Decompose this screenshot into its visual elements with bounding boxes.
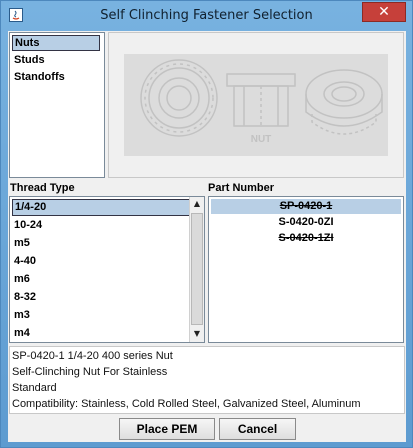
preview-label: NUT — [251, 134, 272, 145]
description-line: SP-0420-1 1/4-20 400 series Nut — [12, 350, 173, 362]
close-icon: ✕ — [378, 4, 390, 20]
fastener-preview-image: NUT — [124, 54, 388, 156]
thread-type-scrollbar[interactable]: ▲ ▼ — [189, 197, 204, 342]
cancel-button[interactable]: Cancel — [219, 418, 296, 440]
list-item-8-32[interactable]: 8-32 — [12, 289, 190, 306]
list-item-nuts[interactable]: Nuts — [12, 35, 100, 51]
dialog-window: Self Clinching Fastener Selection ✕ Nuts… — [0, 0, 413, 448]
nut-top-view-drawing — [140, 59, 218, 137]
part-number-list[interactable]: SP-0420-1 S-0420-0ZI S-0420-1ZI — [208, 196, 404, 343]
place-pem-button[interactable]: Place PEM — [119, 418, 215, 440]
list-item-sp-0420-1[interactable]: SP-0420-1 — [211, 199, 401, 214]
scroll-up-icon[interactable]: ▲ — [190, 197, 204, 211]
list-item-m5[interactable]: m5 — [12, 235, 190, 252]
nut-side-view-drawing — [226, 73, 296, 127]
thread-type-list[interactable]: 1/4-20 10-24 m5 4-40 m6 8-32 m3 m4 ▲ ▼ — [9, 196, 205, 343]
description-area: SP-0420-1 1/4-20 400 series Nut Self-Cli… — [9, 346, 405, 414]
list-item-4-40[interactable]: 4-40 — [12, 253, 190, 270]
description-line: Self-Clinching Nut For Stainless — [12, 366, 168, 378]
list-item-m4[interactable]: m4 — [12, 325, 190, 342]
window-title: Self Clinching Fastener Selection — [100, 8, 313, 23]
list-item-s-0420-1zi[interactable]: S-0420-1ZI — [211, 231, 401, 246]
list-item-m6[interactable]: m6 — [12, 271, 190, 288]
list-item-standoffs[interactable]: Standoffs — [12, 69, 100, 85]
description-line: Compatibility: Stainless, Cold Rolled St… — [12, 398, 361, 410]
list-item-s-0420-0zi[interactable]: S-0420-0ZI — [211, 215, 401, 230]
part-number-label: Part Number — [208, 182, 275, 194]
scroll-down-icon[interactable]: ▼ — [190, 327, 204, 341]
list-item-m3[interactable]: m3 — [12, 307, 190, 324]
fastener-type-list[interactable]: Nuts Studs Standoffs — [9, 32, 105, 178]
dialog-content: Nuts Studs Standoffs NUT Thread Type Par… — [8, 31, 406, 442]
list-item-studs[interactable]: Studs — [12, 52, 100, 68]
title-bar[interactable]: Self Clinching Fastener Selection ✕ — [1, 1, 412, 31]
nut-perspective-drawing — [305, 69, 383, 135]
list-item-1-4-20[interactable]: 1/4-20 — [12, 199, 190, 216]
close-button[interactable]: ✕ — [362, 2, 406, 22]
scrollbar-thumb[interactable] — [191, 213, 203, 325]
description-line: Standard — [12, 382, 57, 394]
thread-type-label: Thread Type — [10, 182, 75, 194]
list-item-10-24[interactable]: 10-24 — [12, 217, 190, 234]
fastener-preview: NUT — [108, 32, 404, 178]
